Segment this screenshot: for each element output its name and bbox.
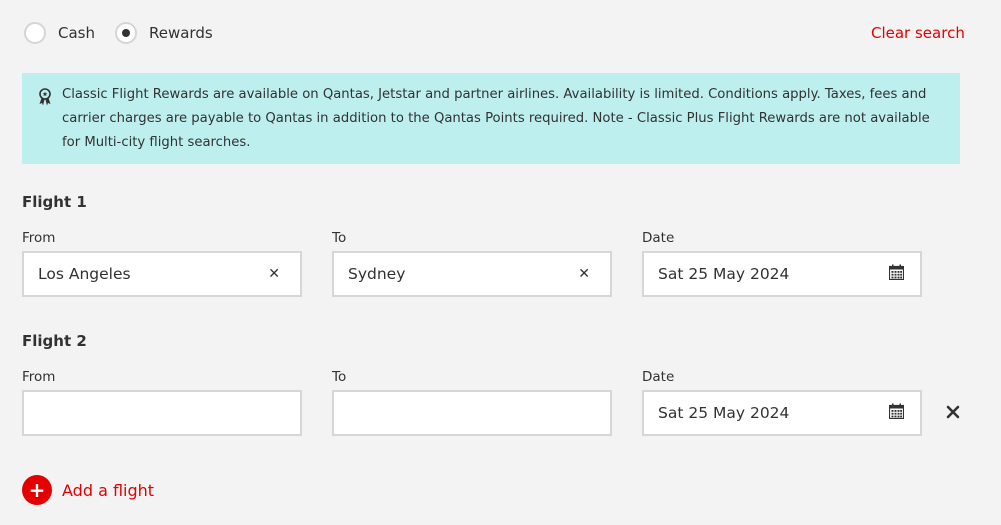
- flight-1-to-input[interactable]: Sydney ✕: [332, 251, 612, 297]
- flight-1-title: Flight 1: [22, 193, 87, 211]
- radio-cash-label: Cash: [58, 24, 95, 42]
- radio-cash-circle[interactable]: [24, 22, 46, 44]
- close-icon: [946, 405, 960, 419]
- flight-2-from-input[interactable]: [22, 390, 302, 436]
- plus-icon: +: [22, 475, 52, 505]
- clear-from-icon[interactable]: ✕: [268, 266, 286, 282]
- radio-selected-dot: [122, 29, 130, 37]
- flight-1-date-value: Sat 25 May 2024: [658, 265, 790, 283]
- award-ribbon-icon: [38, 88, 52, 110]
- flight-1-from-label: From: [22, 230, 56, 246]
- calendar-icon[interactable]: [888, 403, 906, 423]
- flight-1-from-input[interactable]: Los Angeles ✕: [22, 251, 302, 297]
- flight-2-title: Flight 2: [22, 332, 87, 350]
- radio-cash[interactable]: Cash: [24, 22, 95, 44]
- rewards-notice: Classic Flight Rewards are available on …: [22, 73, 960, 164]
- flight-1-from-value: Los Angeles: [38, 265, 131, 283]
- flight-1-to-value: Sydney: [348, 265, 406, 283]
- radio-rewards-label: Rewards: [149, 24, 213, 42]
- flight-2-date-label: Date: [642, 369, 675, 385]
- add-flight-button[interactable]: + Add a flight: [22, 475, 154, 505]
- flight-2-date-input[interactable]: Sat 25 May 2024: [642, 390, 922, 436]
- flight-2-date-value: Sat 25 May 2024: [658, 404, 790, 422]
- notice-text: Classic Flight Rewards are available on …: [62, 87, 930, 150]
- flight-1-date-label: Date: [642, 230, 675, 246]
- add-flight-label: Add a flight: [62, 480, 155, 500]
- flight-2-to-label: To: [332, 369, 347, 385]
- radio-rewards-circle[interactable]: [115, 22, 137, 44]
- flight-1-to-label: To: [332, 230, 347, 246]
- remove-flight-2-button[interactable]: [946, 404, 960, 423]
- clear-to-icon[interactable]: ✕: [578, 266, 596, 282]
- radio-rewards[interactable]: Rewards: [115, 22, 213, 44]
- calendar-icon[interactable]: [888, 264, 906, 284]
- flight-2-from-label: From: [22, 369, 56, 385]
- flight-2-to-input[interactable]: [332, 390, 612, 436]
- clear-search-link[interactable]: Clear search: [871, 24, 965, 42]
- flight-1-date-input[interactable]: Sat 25 May 2024: [642, 251, 922, 297]
